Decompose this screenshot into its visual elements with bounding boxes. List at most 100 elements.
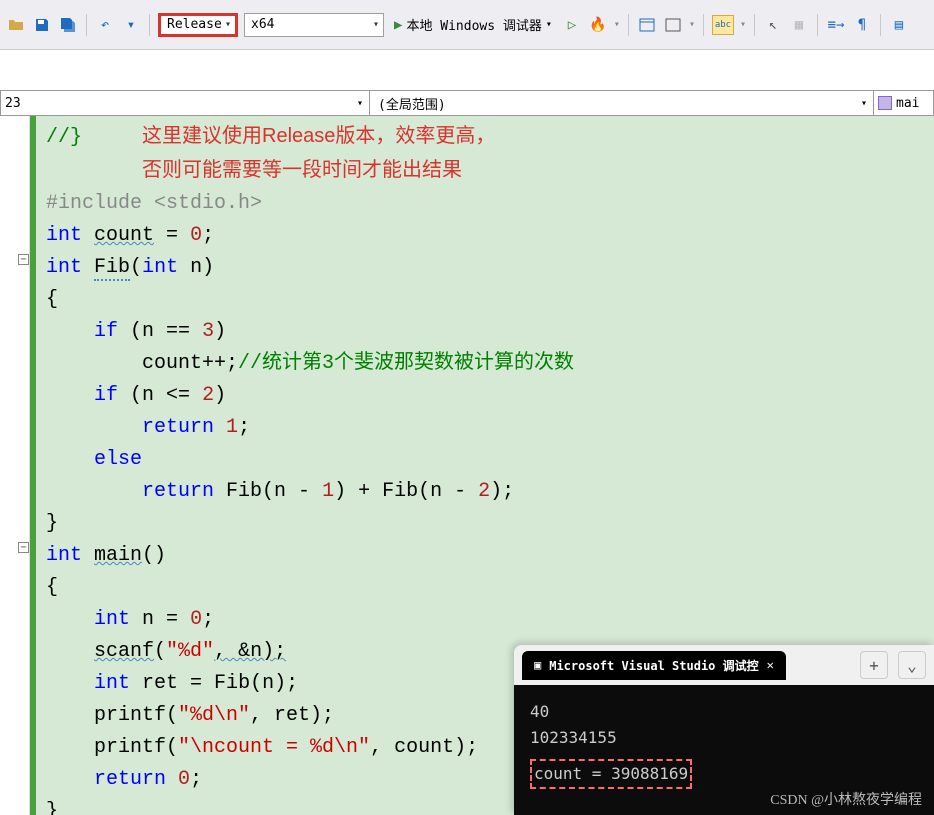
tab-menu-button[interactable]: ⌄ [898, 651, 926, 679]
code-text: return [142, 416, 214, 439]
code-text: count++; [142, 352, 238, 375]
code-text: else [94, 448, 142, 471]
code-text: n = [142, 608, 190, 631]
code-text: int [94, 608, 130, 631]
play-outline-icon[interactable]: ▷ [562, 15, 582, 35]
code-text: if [94, 384, 118, 407]
nav-right-text: mai [896, 96, 919, 111]
gutter: − − [0, 116, 30, 815]
code-text: 1 [226, 416, 238, 439]
chevron-down-icon: ▾ [546, 19, 552, 30]
nav-scope-dropdown[interactable]: (全局范围) [370, 90, 874, 116]
save-all-icon[interactable] [58, 15, 78, 35]
code-text: return [142, 480, 214, 503]
code-text: printf( [94, 736, 178, 759]
code-text: , count); [370, 736, 478, 759]
console-line-selected: count = 39088169 [530, 759, 692, 789]
console-tab[interactable]: ▣ Microsoft Visual Studio 调试控 ✕ [522, 651, 786, 680]
config-value: Release [167, 17, 222, 32]
separator [86, 14, 87, 36]
window-icon[interactable] [663, 15, 683, 35]
code-text: (n == [130, 320, 202, 343]
code-text: ) + Fib(n - [334, 480, 478, 503]
separator [628, 14, 629, 36]
browser-icon[interactable] [637, 15, 657, 35]
code-text: count [94, 224, 154, 247]
debug-label: 本地 Windows 调试器 [406, 15, 541, 34]
code-text: , &n); [214, 640, 286, 663]
fold-toggle[interactable]: − [18, 254, 29, 265]
code-text: scanf [94, 640, 154, 663]
platform-value: x64 [251, 17, 274, 32]
abc-icon[interactable]: abc [712, 15, 734, 35]
separator [149, 14, 150, 36]
annotation-text: 这里建议使用Release版本，效率更高， [142, 125, 495, 147]
outdent-icon[interactable]: ¶ [852, 15, 872, 35]
code-text: #include <stdio.h> [46, 192, 262, 215]
code-text: Fib(n - [226, 480, 322, 503]
separator [703, 14, 704, 36]
code-text: 1 [322, 480, 334, 503]
code-text: int [46, 224, 82, 247]
watermark: CSDN @小林熬夜学编程 [770, 789, 922, 809]
code-text: //} [46, 126, 82, 149]
code-text: , ret); [250, 704, 334, 727]
undo-icon[interactable]: ↶ [95, 15, 115, 35]
chevron-down-icon: ▾ [614, 19, 620, 30]
indent-icon[interactable]: ≡→ [826, 15, 846, 35]
code-text: "\ncount = %d\n" [178, 736, 370, 759]
console-line: 102334155 [530, 725, 918, 751]
code-text: int [142, 256, 178, 279]
chevron-down-icon: ▾ [740, 19, 746, 30]
chevron-down-icon: ▾ [689, 19, 695, 30]
code-text: int [94, 672, 130, 695]
platform-dropdown[interactable]: x64 [244, 13, 384, 37]
code-text: "%d\n" [178, 704, 250, 727]
code-text: main [94, 544, 142, 567]
code-text: 3 [202, 320, 214, 343]
close-icon[interactable]: ✕ [767, 658, 774, 672]
nav-left-text: 23 [5, 96, 21, 111]
config-dropdown[interactable]: Release [158, 13, 238, 37]
comment-icon[interactable]: ▤ [889, 15, 909, 35]
code-text: int [46, 256, 82, 279]
code-text: n [190, 256, 202, 279]
console-tabs: ▣ Microsoft Visual Studio 调试控 ✕ + ⌄ [514, 645, 934, 685]
play-icon: ▶ [394, 17, 402, 33]
code-text: "%d" [166, 640, 214, 663]
code-text: ret = Fib(n); [142, 672, 298, 695]
code-text: //统计第3个斐波那契数被计算的次数 [238, 352, 574, 375]
terminal-icon: ▣ [534, 658, 541, 672]
new-tab-button[interactable]: + [860, 651, 888, 679]
code-text: 2 [478, 480, 490, 503]
navigation-bar: 23 (全局范围) mai [0, 90, 934, 116]
code-text: 0 [178, 768, 190, 791]
fold-toggle[interactable]: − [18, 542, 29, 553]
console-tab-title: Microsoft Visual Studio 调试控 [549, 657, 758, 674]
code-text: 2 [202, 384, 214, 407]
main-toolbar: ↶ ▾ Release x64 ▶ 本地 Windows 调试器 ▾ ▷ 🔥 ▾… [0, 0, 934, 50]
code-text: return [94, 768, 166, 791]
save-icon[interactable] [32, 15, 52, 35]
cursor-icon[interactable]: ↖ [763, 15, 783, 35]
separator [754, 14, 755, 36]
open-icon[interactable] [6, 15, 26, 35]
cube-icon [878, 96, 892, 110]
code-text: if [94, 320, 118, 343]
nav-member-dropdown[interactable]: mai [874, 90, 934, 116]
code-text: = [154, 224, 190, 247]
code-text: printf( [94, 704, 178, 727]
debug-button[interactable]: ▶ 本地 Windows 调试器 ▾ [390, 15, 556, 34]
console-line: 40 [530, 699, 918, 725]
code-text: 0 [190, 608, 202, 631]
annotation-text: 否则可能需要等一段时间才能出结果 [142, 159, 462, 181]
code-text: (n <= [130, 384, 202, 407]
code-text: 0 [190, 224, 202, 247]
separator [880, 14, 881, 36]
layout-icon[interactable]: ▦ [789, 15, 809, 35]
separator [817, 14, 818, 36]
fire-icon[interactable]: 🔥 [588, 15, 608, 35]
nav-scope-text: (全局范围) [378, 94, 446, 113]
redo-icon[interactable]: ▾ [121, 15, 141, 35]
nav-project-dropdown[interactable]: 23 [0, 90, 370, 116]
